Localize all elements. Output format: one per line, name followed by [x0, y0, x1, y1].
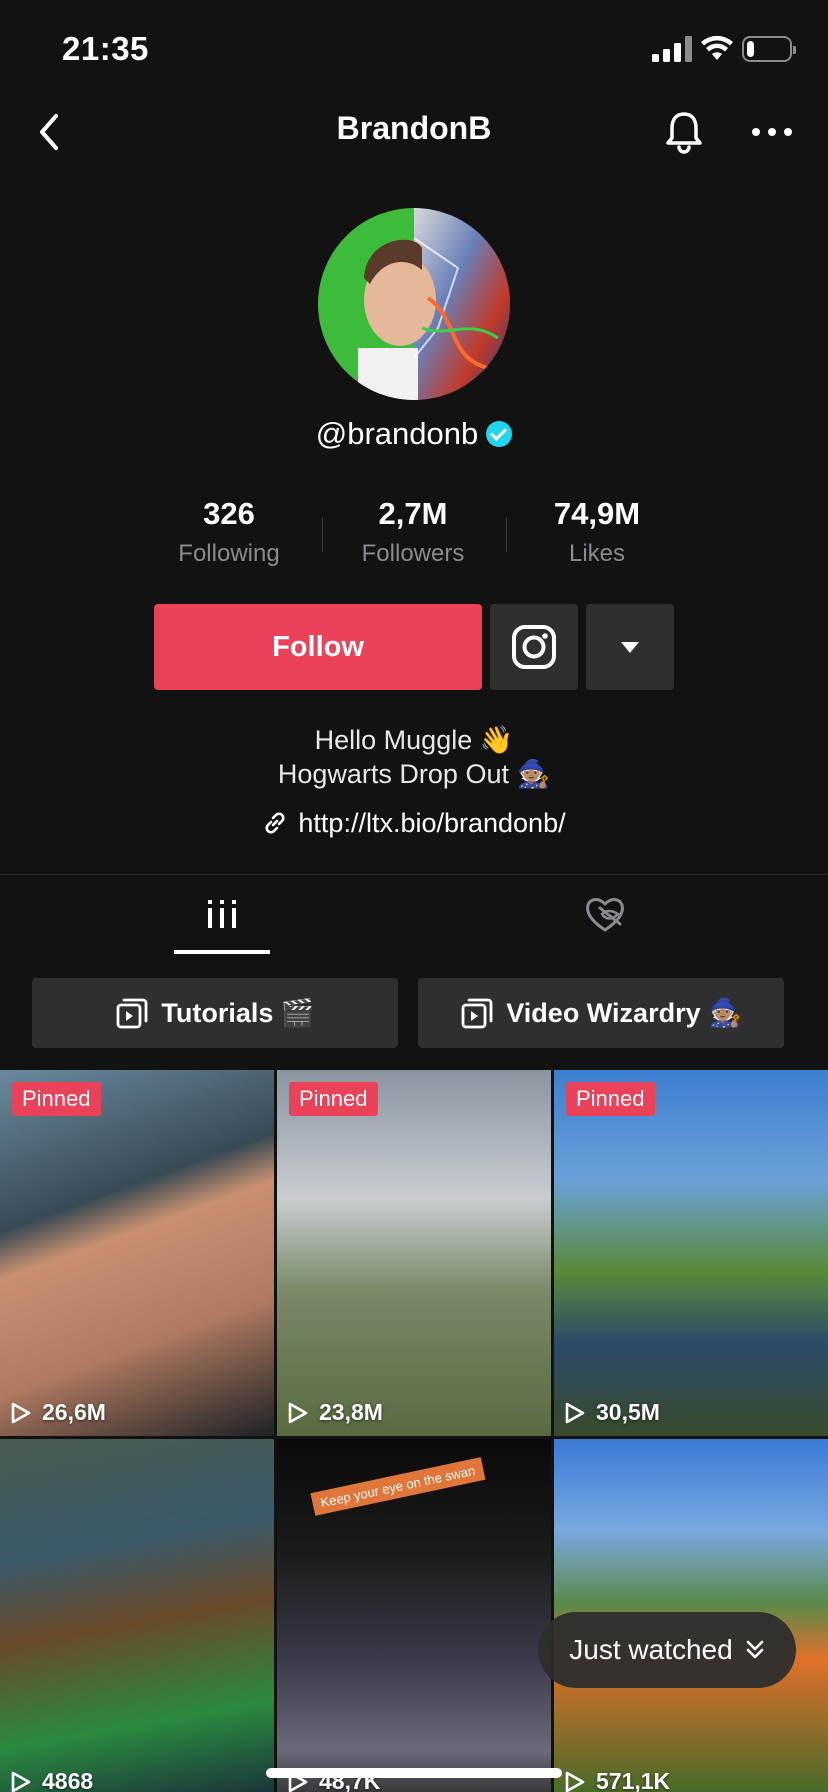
- view-count-value: 4868: [42, 1768, 94, 1792]
- battery-level: [747, 41, 755, 57]
- play-icon: [565, 1771, 585, 1792]
- stat-following[interactable]: 326 Following: [139, 496, 319, 568]
- divider: [0, 874, 828, 875]
- stat-likes-value: 74,9M: [553, 496, 641, 531]
- pinned-badge: Pinned: [566, 1082, 655, 1116]
- avatar-image: [318, 208, 510, 400]
- stat-following-label: Following: [178, 540, 280, 567]
- tab-videos[interactable]: [174, 880, 270, 952]
- video-thumbnail[interactable]: Pinned 26,6M: [0, 1070, 274, 1436]
- stat-followers-value: 2,7M: [378, 496, 448, 531]
- home-indicator[interactable]: [266, 1768, 562, 1778]
- instagram-icon: [512, 625, 556, 669]
- profile-stats: 326 Following 2,7M Followers 74,9M Likes: [0, 496, 828, 568]
- play-icon: [565, 1402, 585, 1423]
- view-count-value: 26,6M: [42, 1399, 106, 1425]
- video-thumbnail[interactable]: Pinned 30,5M: [554, 1070, 828, 1436]
- tab-liked[interactable]: [580, 890, 630, 940]
- wifi-icon: [701, 35, 733, 60]
- avatar[interactable]: [318, 208, 510, 400]
- play-icon: [11, 1402, 31, 1423]
- playlist-icon: [117, 998, 148, 1029]
- liked-private-icon: [586, 898, 624, 932]
- bio-link-text: http://ltx.bio/brandonb/: [298, 808, 566, 838]
- stat-followers-label: Followers: [361, 540, 465, 567]
- double-chevron-down-icon: [746, 1640, 764, 1659]
- stat-likes[interactable]: 74,9M Likes: [507, 496, 687, 568]
- active-tab-indicator: [174, 950, 270, 954]
- stat-likes-label: Likes: [568, 540, 626, 567]
- playlist-label: Tutorials 🎬: [161, 998, 315, 1028]
- signal-icon: [652, 36, 692, 62]
- pinned-badge: Pinned: [12, 1082, 101, 1116]
- view-count: 26,6M: [10, 1399, 106, 1426]
- video-thumbnail[interactable]: Keep your eye on the swan 48,7K: [277, 1439, 551, 1792]
- view-count: 4868: [10, 1768, 93, 1792]
- playlist-video-wizardry[interactable]: Video Wizardry 🧙🏽: [418, 978, 784, 1048]
- handle-text: @brandonb: [315, 416, 479, 451]
- view-count-value: 30,5M: [596, 1399, 660, 1425]
- instagram-button[interactable]: [490, 604, 578, 690]
- just-watched-label: Just watched: [569, 1634, 733, 1665]
- view-count-value: 571,1K: [596, 1768, 671, 1792]
- playlist-label: Video Wizardry 🧙🏽: [506, 998, 742, 1028]
- video-thumbnail[interactable]: 4868: [0, 1439, 274, 1792]
- status-bar: 21:35: [0, 0, 828, 100]
- play-icon: [288, 1402, 308, 1423]
- stats-divider: [506, 518, 507, 552]
- verified-badge-icon: [486, 421, 513, 447]
- stats-divider: [322, 518, 323, 552]
- just-watched-button[interactable]: Just watched: [538, 1612, 796, 1688]
- videos-grid-icon: [208, 900, 236, 928]
- playlist-tutorials[interactable]: Tutorials 🎬: [32, 978, 398, 1048]
- playlist-icon: [461, 998, 493, 1029]
- profile-handle: @brandonb: [0, 416, 828, 452]
- battery-icon: [742, 36, 796, 62]
- bio-line: Hogwarts Drop Out 🧙🏽: [277, 759, 551, 789]
- view-count-value: 23,8M: [319, 1399, 383, 1425]
- view-count: 30,5M: [564, 1399, 660, 1426]
- stat-following-value: 326: [203, 496, 255, 531]
- video-caption-sticker: Keep your eye on the swan: [310, 1457, 486, 1516]
- follow-button[interactable]: Follow: [154, 604, 482, 690]
- stat-followers[interactable]: 2,7M Followers: [323, 496, 503, 568]
- bio-link[interactable]: http://ltx.bio/brandonb/: [0, 808, 828, 839]
- play-icon: [11, 1771, 31, 1792]
- pinned-badge: Pinned: [289, 1082, 378, 1116]
- suggested-accounts-button[interactable]: [586, 604, 674, 690]
- view-count: 571,1K: [564, 1768, 670, 1792]
- link-icon: [265, 812, 285, 834]
- view-count: 23,8M: [287, 1399, 383, 1426]
- bell-icon[interactable]: [664, 110, 704, 154]
- status-time: 21:35: [62, 30, 149, 67]
- more-icon[interactable]: [748, 118, 796, 146]
- video-thumbnail[interactable]: Pinned 23,8M: [277, 1070, 551, 1436]
- bio-line: Hello Muggle 👋: [314, 725, 514, 755]
